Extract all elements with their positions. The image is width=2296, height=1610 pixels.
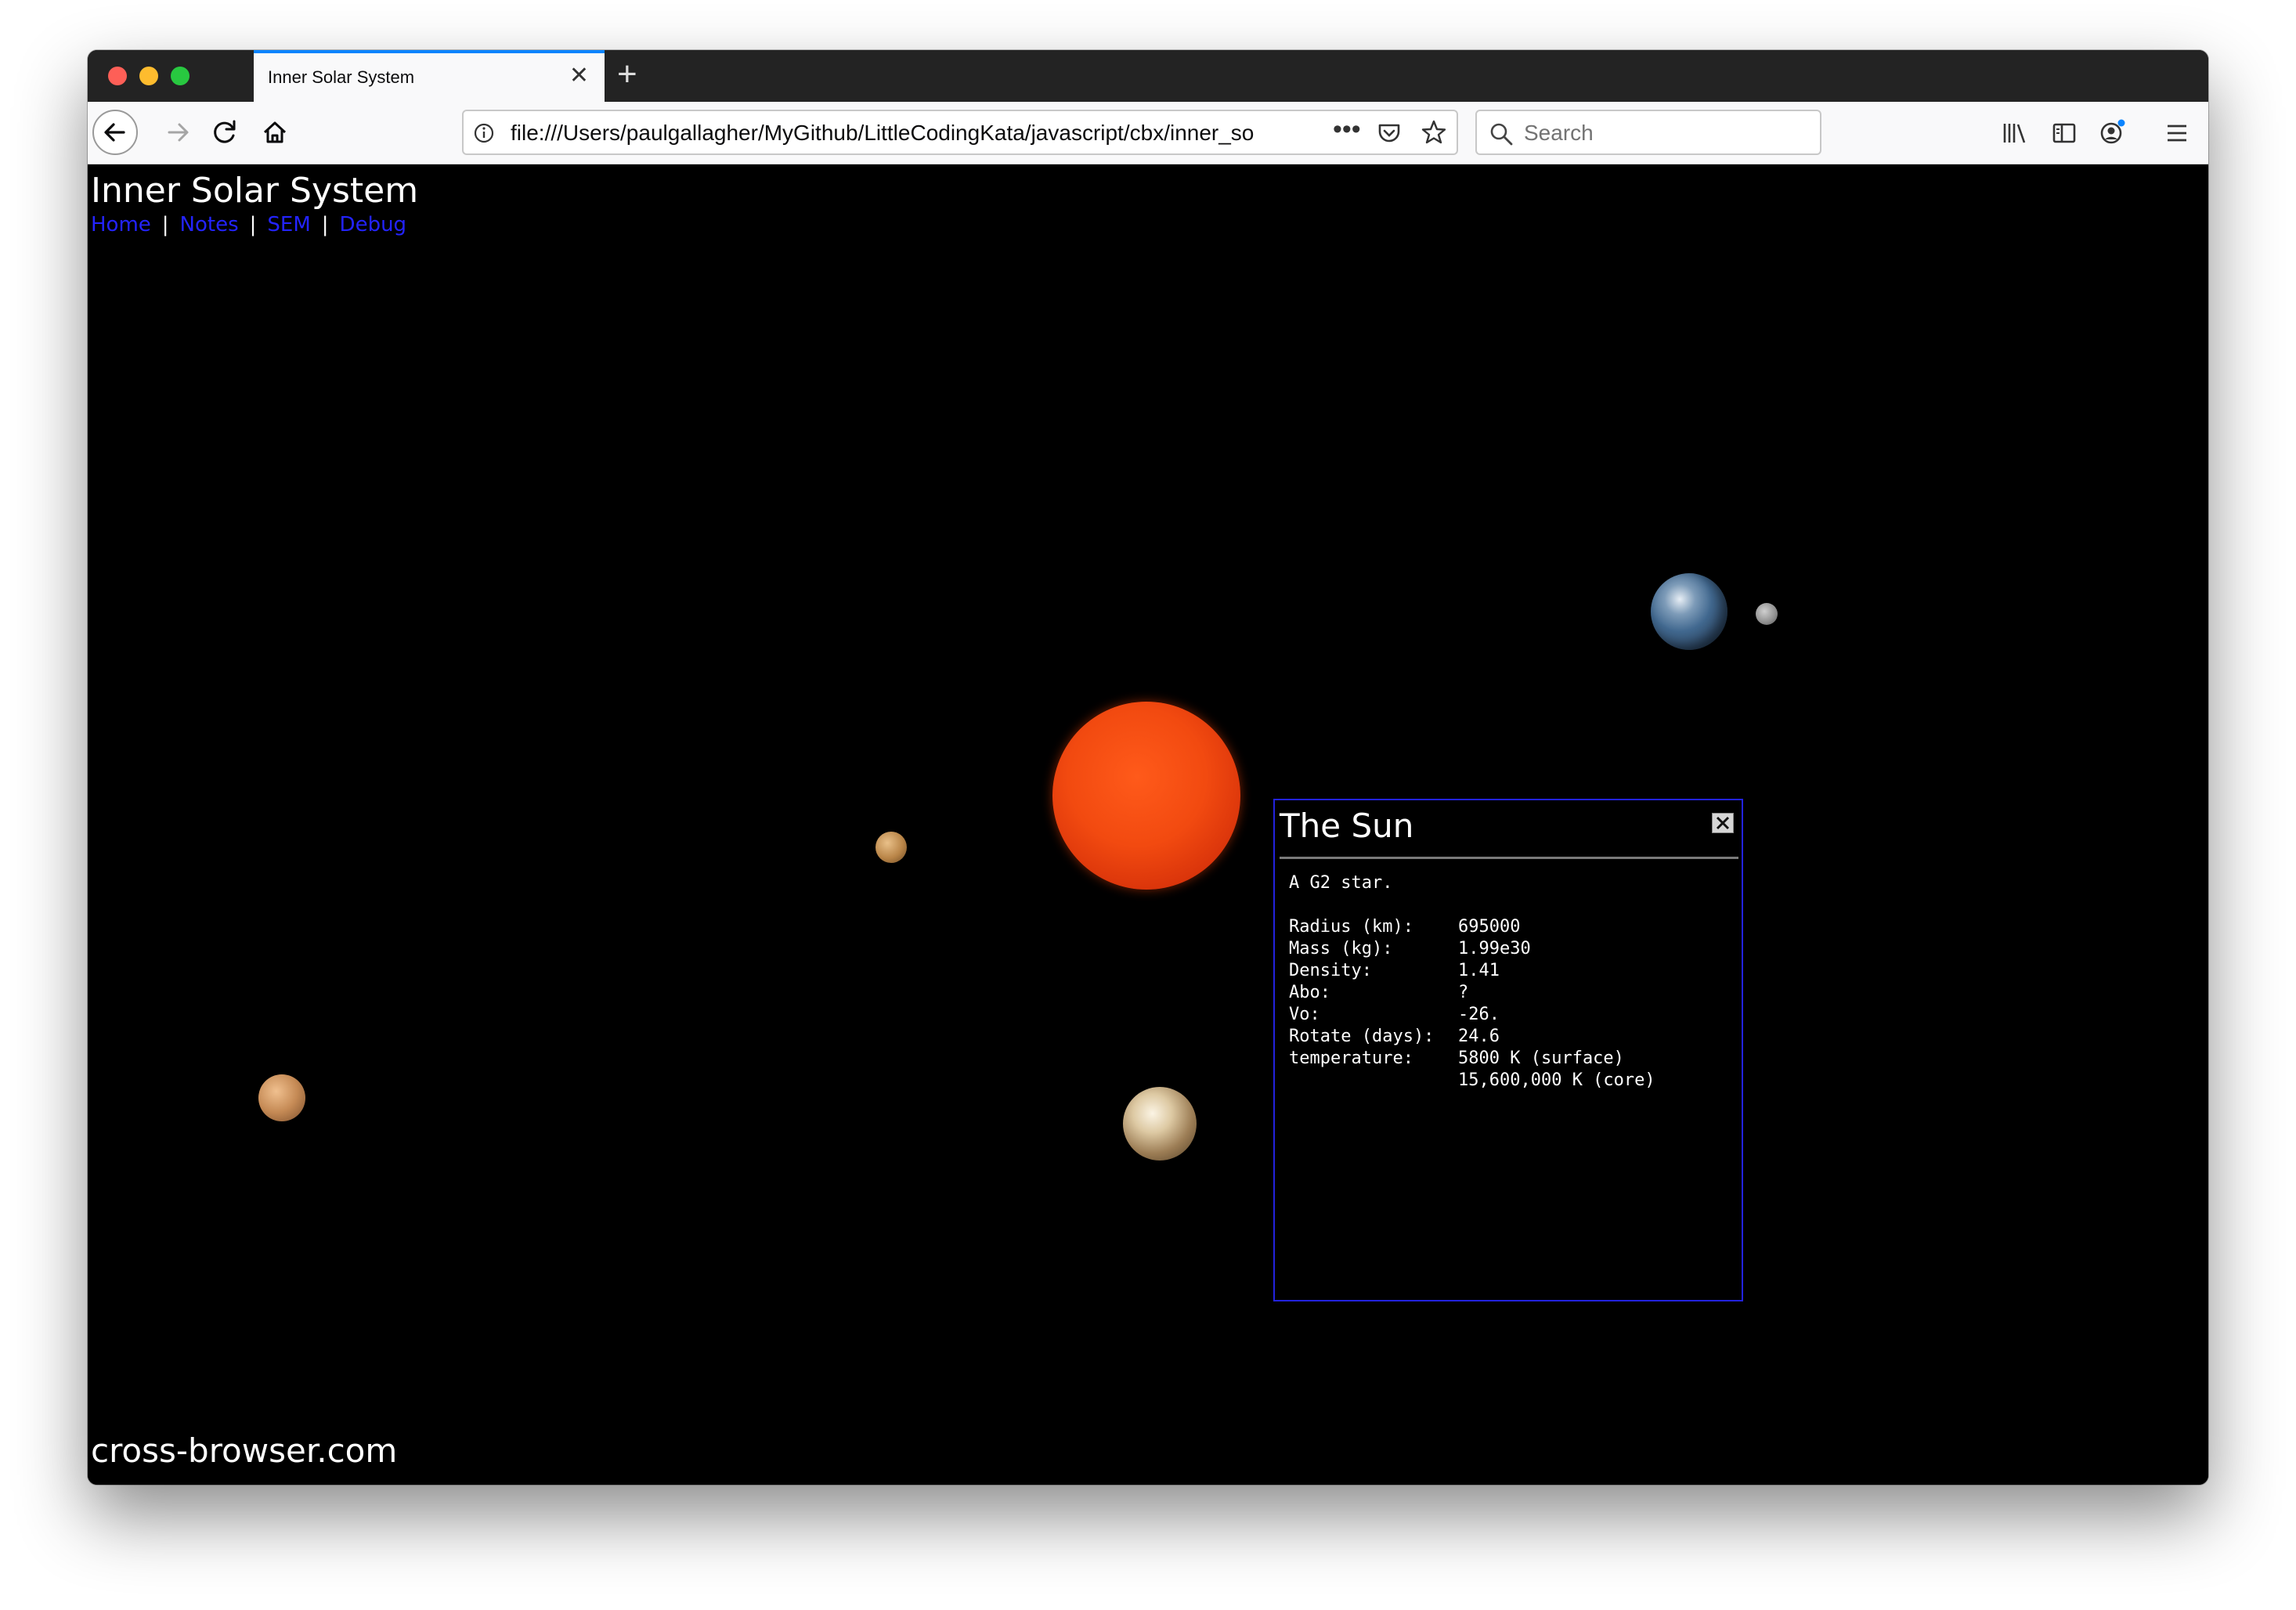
library-icon[interactable]: [1998, 117, 2030, 149]
search-placeholder: Search: [1524, 121, 1594, 145]
venus[interactable]: [1123, 1087, 1197, 1161]
tab-strip: Inner Solar System ✕ +: [88, 50, 2208, 102]
info-key: Mass (kg):: [1289, 939, 1393, 958]
sun[interactable]: [1052, 702, 1240, 890]
nav-separator: |: [249, 213, 257, 236]
mars[interactable]: [258, 1074, 305, 1121]
close-icon[interactable]: [1712, 813, 1734, 833]
info-value: 5800 K (surface): [1458, 1049, 1624, 1068]
nav-link-sem[interactable]: SEM: [267, 213, 310, 236]
info-row: Abo:?: [1289, 982, 1655, 1004]
info-icon[interactable]: [471, 121, 496, 146]
info-value: 24.6: [1458, 1027, 1500, 1046]
info-key: Vo:: [1289, 1005, 1320, 1024]
info-value: ?: [1458, 983, 1469, 1002]
moon[interactable]: [1756, 603, 1778, 625]
page-actions-icon[interactable]: •••: [1333, 114, 1361, 145]
nav-link-notes[interactable]: Notes: [180, 213, 239, 236]
nav-separator: |: [161, 213, 169, 236]
home-button[interactable]: [252, 110, 298, 155]
browser-window: Inner Solar System ✕ + file:///Users/pau…: [88, 50, 2208, 1485]
nav-toolbar: file:///Users/paulgallagher/MyGithub/Lit…: [88, 102, 2208, 164]
info-panel: The Sun A G2 star. Radius (km): 695000 Ma…: [1273, 799, 1743, 1301]
pocket-icon[interactable]: [1375, 119, 1403, 147]
info-row: Rotate (days): 24.6: [1289, 1026, 1655, 1048]
account-icon[interactable]: [2097, 117, 2132, 149]
close-window-button[interactable]: [108, 67, 127, 85]
minimize-window-button[interactable]: [139, 67, 158, 85]
hamburger-menu-icon[interactable]: [2161, 117, 2193, 149]
info-key: [1289, 1070, 1458, 1092]
reload-icon: [214, 120, 236, 143]
info-key: temperature:: [1289, 1049, 1413, 1068]
new-tab-button[interactable]: +: [617, 55, 637, 94]
info-panel-title: The Sun: [1280, 807, 1414, 845]
earth[interactable]: [1651, 573, 1727, 650]
info-value: 15,600,000 K (core): [1458, 1070, 1655, 1090]
search-input[interactable]: Search: [1475, 110, 1821, 155]
page-content: Inner Solar System Home | Notes | SEM | Debug …: [88, 164, 2208, 1485]
back-arrow-icon: [104, 123, 125, 142]
nav-link-home[interactable]: Home: [91, 213, 151, 236]
url-bar[interactable]: file:///Users/paulgallagher/MyGithub/Lit…: [462, 110, 1458, 155]
url-text[interactable]: file:///Users/paulgallagher/MyGithub/Lit…: [511, 121, 1278, 146]
tab-title: Inner Solar System: [268, 67, 415, 87]
tab-close-icon[interactable]: ✕: [569, 63, 589, 89]
bookmark-star-icon[interactable]: [1419, 117, 1449, 147]
info-key: Rotate (days):: [1289, 1027, 1435, 1046]
footer-text: cross-browser.com: [91, 1431, 398, 1470]
mercury[interactable]: [875, 832, 907, 863]
home-icon: [263, 121, 287, 143]
back-button[interactable]: [92, 110, 138, 155]
info-panel-body: A G2 star. Radius (km): 695000 Mass (kg):…: [1289, 872, 1655, 1092]
page-title: Inner Solar System: [91, 171, 419, 211]
info-value: 1.41: [1458, 961, 1500, 980]
tab-active[interactable]: Inner Solar System ✕: [254, 50, 605, 102]
info-row: Radius (km): 695000: [1289, 916, 1655, 938]
reload-button[interactable]: [202, 110, 247, 155]
forward-button[interactable]: [155, 110, 200, 155]
zoom-window-button[interactable]: [171, 67, 190, 85]
nav-separator: |: [321, 213, 329, 236]
info-key: Abo:: [1289, 983, 1330, 1002]
info-value: 1.99e30: [1458, 939, 1531, 958]
info-panel-divider: [1280, 857, 1738, 859]
nav-link-debug[interactable]: Debug: [340, 213, 407, 236]
info-row: 15,600,000 K (core): [1289, 1070, 1655, 1092]
info-row: temperature: 5800 K (surface): [1289, 1048, 1655, 1070]
info-value: -26.: [1458, 1005, 1500, 1024]
forward-arrow-icon: [168, 123, 189, 142]
info-row: Vo: -26.: [1289, 1004, 1655, 1026]
info-key: Radius (km):: [1289, 917, 1413, 937]
info-row: Mass (kg): 1.99e30: [1289, 938, 1655, 960]
info-key: Density:: [1289, 961, 1372, 980]
close-x-icon: [1716, 816, 1730, 830]
search-icon: [1490, 123, 1513, 146]
sidebar-icon[interactable]: [2049, 117, 2080, 149]
info-value: 695000: [1458, 917, 1521, 937]
info-row: Density: 1.41: [1289, 960, 1655, 982]
info-description: A G2 star.: [1289, 873, 1393, 893]
page-nav: Home | Notes | SEM | Debug: [91, 213, 406, 236]
